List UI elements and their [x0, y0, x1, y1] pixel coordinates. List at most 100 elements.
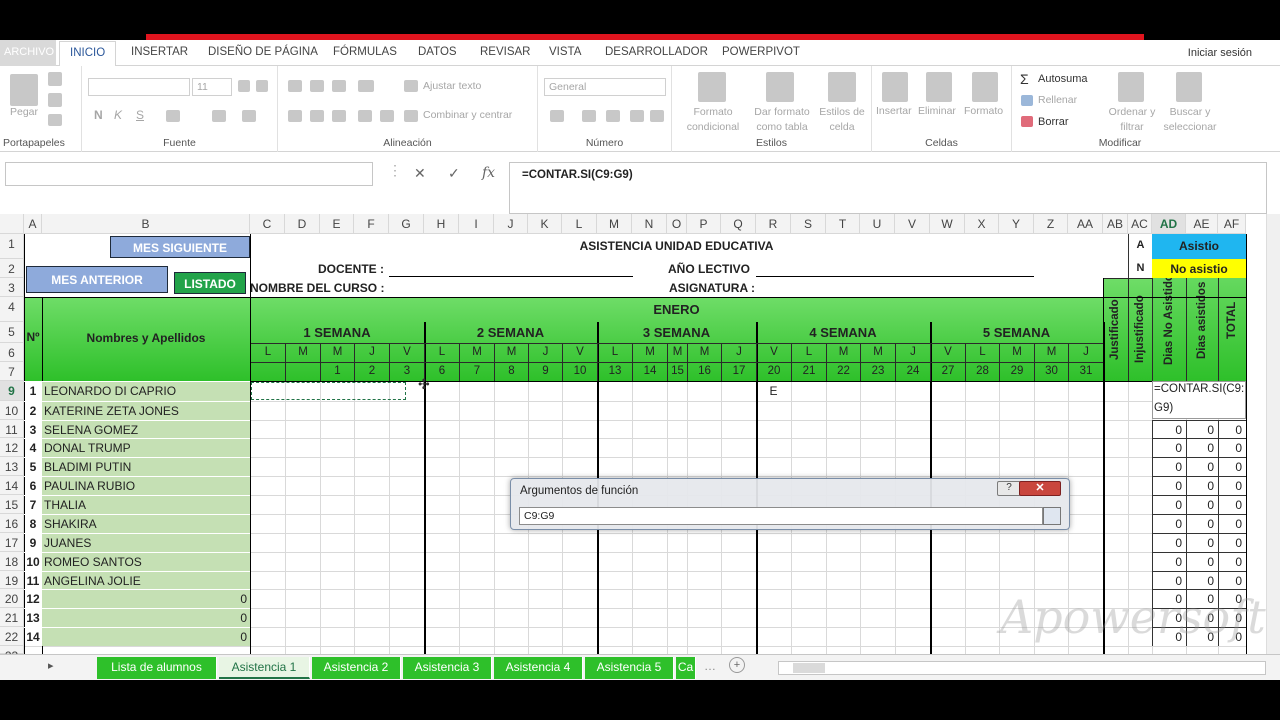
total-cell[interactable]: 0	[1218, 514, 1246, 533]
total-cell[interactable]: 0	[1152, 514, 1186, 533]
mes-siguiente-button[interactable]: MES SIGUIENTE	[110, 236, 250, 258]
fill-button[interactable]: Rellenar	[1038, 94, 1077, 106]
close-button[interactable]: ✕	[1019, 481, 1061, 496]
column-header[interactable]: AB	[1103, 214, 1128, 234]
conditional-format-button[interactable]: Formato condicional	[678, 105, 748, 135]
row-header[interactable]: 5	[0, 322, 24, 343]
underline-button[interactable]: S	[136, 108, 144, 122]
worksheet-grid[interactable]: A B C D E F G H I J K L M N O P Q R S T U V W X Y Z AA AB AC AD AE AF 1 2…	[0, 214, 1266, 654]
column-header[interactable]: F	[354, 214, 389, 234]
column-header[interactable]: H	[424, 214, 459, 234]
number-format-combo[interactable]: General	[544, 78, 666, 96]
row-header[interactable]: 17	[0, 533, 24, 552]
help-button[interactable]: ?	[997, 481, 1021, 496]
student-name[interactable]: 0	[42, 608, 250, 627]
tab-powerpivot[interactable]: POWERPIVOT	[722, 46, 800, 58]
tab-inicio[interactable]: INICIO	[59, 41, 117, 67]
tab-vista[interactable]: VISTA	[549, 46, 581, 58]
row-header[interactable]: 14	[0, 476, 24, 495]
column-header[interactable]: AE	[1186, 214, 1218, 234]
student-name[interactable]: KATERINE ZETA JONES	[42, 401, 250, 420]
total-cell[interactable]: 0	[1218, 552, 1246, 571]
conditional-format-icon[interactable]	[698, 72, 726, 102]
row-header[interactable]: 19	[0, 571, 24, 589]
student-name[interactable]: LEONARDO DI CAPRIO	[42, 381, 250, 401]
enter-icon[interactable]: ✓	[448, 165, 460, 182]
row-header[interactable]: 15	[0, 495, 24, 514]
tab-diseno[interactable]: DISEÑO DE PÁGINA	[208, 46, 318, 58]
merge-center-button[interactable]: Combinar y centrar	[423, 109, 512, 121]
total-cell[interactable]: 0	[1152, 552, 1186, 571]
fill-down-icon[interactable]	[1021, 95, 1033, 106]
decrease-decimal-icon[interactable]	[650, 110, 664, 122]
align-middle-icon[interactable]	[310, 80, 324, 92]
total-cell[interactable]: 0	[1152, 420, 1186, 438]
row-header[interactable]: 12	[0, 438, 24, 457]
column-header[interactable]: B	[42, 214, 250, 234]
clear-button[interactable]: Borrar	[1038, 116, 1069, 128]
sheet-tab-partial[interactable]: Ca	[676, 657, 696, 679]
column-header[interactable]: I	[459, 214, 494, 234]
horizontal-scrollbar[interactable]	[778, 661, 1266, 675]
cut-icon[interactable]	[48, 72, 62, 86]
column-header[interactable]: M	[597, 214, 632, 234]
paste-icon[interactable]	[10, 74, 38, 106]
more-tabs-icon[interactable]: …	[704, 659, 716, 673]
total-cell[interactable]: 0	[1186, 533, 1218, 552]
column-header[interactable]: O	[667, 214, 687, 234]
autosum-button[interactable]: Autosuma	[1038, 73, 1088, 85]
comma-icon[interactable]	[606, 110, 620, 122]
scroll-tabs-right-icon[interactable]: ▸	[48, 659, 54, 672]
login-link[interactable]: Iniciar sesión	[1188, 47, 1252, 59]
total-cell[interactable]: 0	[1186, 420, 1218, 438]
tab-formulas[interactable]: FÓRMULAS	[333, 46, 397, 58]
row-header[interactable]: 6	[0, 343, 24, 362]
column-header[interactable]: S	[791, 214, 826, 234]
student-name[interactable]: 0	[42, 627, 250, 646]
column-header[interactable]: AC	[1128, 214, 1152, 234]
column-header[interactable]: W	[930, 214, 965, 234]
sheet-tab-asistencia-3[interactable]: Asistencia 3	[403, 657, 492, 679]
attendance-mark[interactable]: E	[756, 381, 791, 400]
total-cell[interactable]: 0	[1186, 552, 1218, 571]
copy-icon[interactable]	[48, 93, 62, 107]
column-header[interactable]: C	[250, 214, 285, 234]
vertical-scrollbar[interactable]	[1266, 214, 1280, 654]
total-cell[interactable]: 0	[1152, 495, 1186, 514]
sheet-tab-asistencia-1[interactable]: Asistencia 1	[219, 657, 310, 679]
range-input[interactable]: C9:G9	[519, 507, 1043, 525]
column-header[interactable]: X	[965, 214, 999, 234]
total-cell[interactable]: 0	[1152, 438, 1186, 457]
find-select-button[interactable]: Buscar y seleccionar	[1154, 105, 1226, 135]
student-name[interactable]: JUANES	[42, 533, 250, 552]
formula-input[interactable]: =CONTAR.SI(C9:G9)	[509, 162, 1267, 214]
total-cell[interactable]: 0	[1186, 476, 1218, 495]
shrink-font-icon[interactable]	[256, 80, 268, 92]
tab-datos[interactable]: DATOS	[418, 46, 457, 58]
increase-decimal-icon[interactable]	[630, 110, 644, 122]
row-header[interactable]: 16	[0, 514, 24, 533]
align-right-icon[interactable]	[332, 110, 346, 122]
total-cell[interactable]: 0	[1218, 495, 1246, 514]
student-name[interactable]: SHAKIRA	[42, 514, 250, 533]
sheet-tab-asistencia-2[interactable]: Asistencia 2	[312, 657, 401, 679]
insert-function-icon[interactable]: fx	[482, 165, 495, 181]
column-header[interactable]: T	[826, 214, 860, 234]
total-cell[interactable]: 0	[1152, 476, 1186, 495]
student-name[interactable]: DONAL TRUMP	[42, 438, 250, 457]
row-header[interactable]: 4	[0, 297, 24, 322]
merge-icon[interactable]	[404, 110, 418, 122]
total-cell[interactable]: 0	[1218, 571, 1246, 589]
column-header[interactable]: U	[860, 214, 895, 234]
row-header[interactable]: 13	[0, 457, 24, 476]
column-header[interactable]: P	[687, 214, 721, 234]
row-header[interactable]: 23	[0, 646, 24, 654]
student-name[interactable]: SELENA GOMEZ	[42, 420, 250, 438]
increase-indent-icon[interactable]	[380, 110, 394, 122]
delete-cells-button[interactable]: Eliminar	[918, 105, 956, 117]
tab-desarrollador[interactable]: DESARROLLADOR	[605, 46, 708, 58]
column-header[interactable]: R	[756, 214, 791, 234]
column-header[interactable]: L	[562, 214, 597, 234]
orientation-icon[interactable]	[358, 80, 374, 92]
format-cells-button[interactable]: Formato	[964, 105, 1003, 117]
